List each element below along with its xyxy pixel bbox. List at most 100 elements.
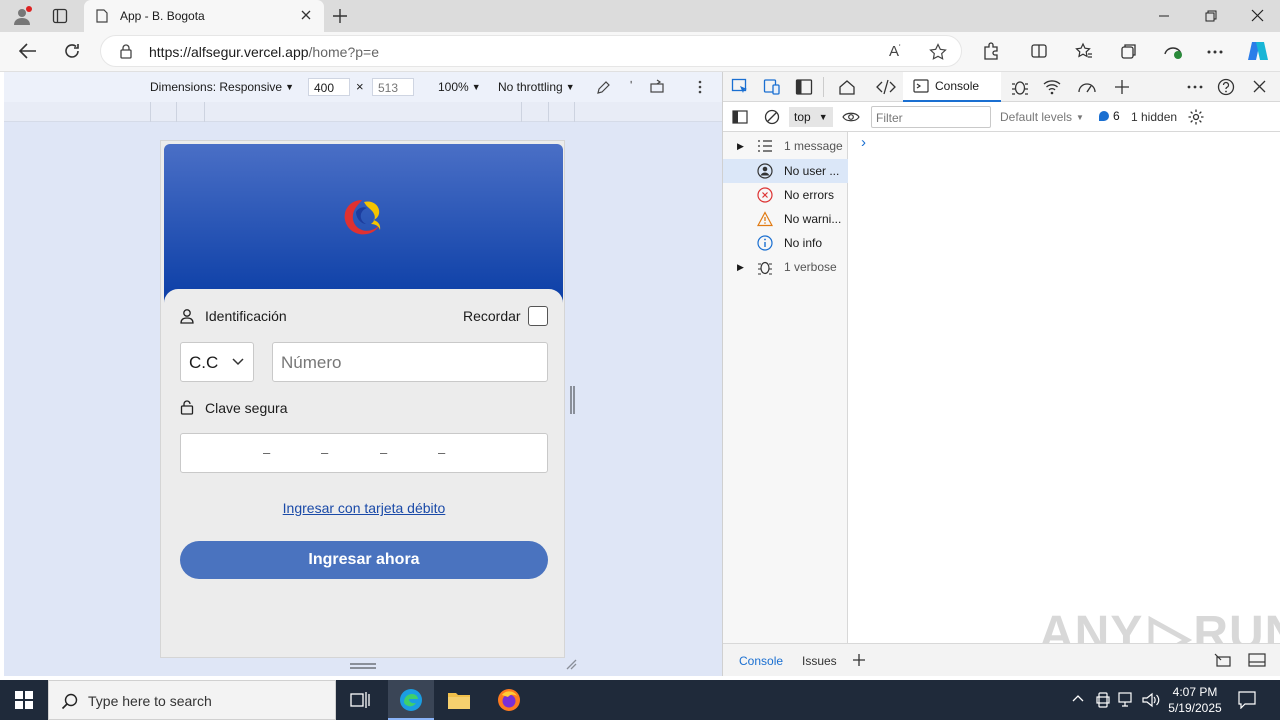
tab-console[interactable]: Console — [903, 72, 1001, 102]
eyedropper-icon[interactable] — [596, 79, 612, 95]
clear-console-icon[interactable] — [764, 109, 780, 125]
debit-card-link[interactable]: Ingresar con tarjeta débito — [180, 500, 548, 516]
lock-icon[interactable] — [119, 44, 133, 59]
resize-handle-bottom[interactable] — [350, 663, 376, 669]
issues-counter[interactable]: 6 — [1098, 109, 1120, 123]
notifications-icon[interactable] — [1238, 691, 1256, 709]
console-prompt[interactable]: › — [861, 134, 866, 151]
sidebar-item-messages[interactable]: ▶ 1 message — [723, 134, 848, 158]
close-drawer-icon[interactable] — [1248, 653, 1266, 667]
sidebar-item-verbose[interactable]: ▶ 1 verbose — [723, 255, 848, 279]
edge-taskbar-icon[interactable] — [388, 680, 434, 720]
drawer-add-tab-icon[interactable] — [852, 653, 866, 667]
throttling-dropdown[interactable]: No throttling ▼ — [498, 80, 575, 94]
help-icon[interactable] — [1217, 78, 1235, 96]
devtools-more-icon[interactable] — [1187, 85, 1203, 89]
sidebar-item-label: 1 message — [784, 139, 843, 153]
undock-drawer-icon[interactable] — [1214, 653, 1232, 667]
tab-actions-icon[interactable] — [52, 8, 68, 24]
throttling-label: No throttling — [498, 80, 563, 94]
height-input[interactable]: 513 — [372, 78, 414, 96]
sidebar-item-info[interactable]: No info — [723, 231, 848, 255]
tray-chevron-up-icon[interactable] — [1072, 694, 1084, 702]
close-window-icon[interactable] — [1251, 9, 1264, 22]
clock-date: 5/19/2025 — [1168, 701, 1222, 715]
bug-icon[interactable] — [1011, 78, 1029, 96]
address-bar[interactable]: https://alfsegur.vercel.app/home?p=e Aʹ — [100, 35, 962, 67]
submit-button[interactable]: Ingresar ahora — [180, 541, 548, 579]
user-icon — [180, 308, 194, 324]
taskbar-search[interactable]: Type here to search — [48, 680, 336, 720]
clock[interactable]: 4:07 PM 5/19/2025 — [1164, 684, 1226, 716]
width-input[interactable]: 400 — [308, 78, 350, 96]
console-settings-icon[interactable] — [1187, 108, 1205, 126]
drawer-tab-console[interactable]: Console — [739, 654, 783, 668]
sidebar-item-user-messages[interactable]: No user ... — [723, 159, 848, 183]
sidebar-toggle-icon[interactable] — [732, 110, 748, 124]
console-icon — [913, 79, 929, 93]
windows-start-icon[interactable] — [15, 691, 33, 709]
dimensions-dropdown[interactable]: Dimensions: Responsive ▼ — [150, 80, 294, 94]
add-tool-icon[interactable] — [1114, 79, 1130, 95]
back-icon[interactable] — [19, 43, 37, 59]
read-aloud-icon[interactable]: Aʹ — [889, 43, 901, 60]
app-screen: Identificación Recordar C.C Número Clave… — [160, 140, 565, 658]
lock-icon — [180, 400, 194, 415]
tray-device-icon[interactable] — [1096, 692, 1110, 708]
refresh-icon[interactable] — [63, 42, 81, 60]
volume-icon[interactable] — [1142, 692, 1160, 708]
drawer-tab-issues[interactable]: Issues — [802, 654, 837, 668]
url-text: https://alfsegur.vercel.app/home?p=e — [149, 44, 379, 60]
inspect-icon[interactable] — [731, 78, 749, 96]
file-explorer-icon[interactable] — [447, 689, 471, 711]
performance-icon[interactable] — [1163, 42, 1183, 60]
rotate-icon[interactable] — [649, 79, 667, 95]
task-view-icon[interactable] — [350, 691, 370, 709]
device-more-icon[interactable] — [698, 80, 702, 94]
filter-input[interactable]: Filter — [871, 106, 991, 128]
resize-handle-right[interactable] — [570, 386, 575, 414]
favorites-icon[interactable] — [1075, 42, 1093, 60]
copilot-icon[interactable] — [1246, 40, 1270, 62]
network-wifi-icon[interactable] — [1043, 79, 1061, 95]
devtools-toolbar: Console — [723, 72, 1280, 102]
zoom-dropdown[interactable]: 100% ▼ — [438, 80, 481, 94]
network-icon[interactable] — [1118, 692, 1136, 708]
minimize-icon[interactable] — [1158, 10, 1170, 22]
close-tab-icon[interactable] — [300, 9, 312, 21]
profile-icon[interactable] — [12, 6, 32, 26]
close-devtools-icon[interactable] — [1253, 80, 1266, 93]
url-path: /home?p=e — [308, 44, 379, 60]
remember-checkbox[interactable] — [528, 306, 548, 326]
search-placeholder: Type here to search — [88, 693, 212, 709]
levels-dropdown[interactable]: Default levels ▼ — [1000, 110, 1084, 124]
new-tab-icon[interactable] — [332, 8, 348, 24]
browser-tab[interactable]: App - B. Bogota — [84, 0, 324, 32]
context-selector[interactable]: top ▼ — [789, 107, 833, 127]
pin-input[interactable]: – – – – — [180, 433, 548, 473]
more-menu-icon[interactable] — [1207, 50, 1223, 54]
welcome-home-icon[interactable] — [838, 78, 856, 96]
sidebar-item-errors[interactable]: No errors — [723, 183, 848, 207]
firefox-icon[interactable] — [497, 688, 521, 712]
sidebar-item-warnings[interactable]: No warni... — [723, 207, 848, 231]
collections-icon[interactable] — [1120, 42, 1138, 60]
live-expression-eye-icon[interactable] — [842, 110, 860, 124]
extensions-icon[interactable] — [982, 42, 1000, 60]
verbose-bug-icon — [757, 259, 773, 275]
device-emulation-icon[interactable] — [763, 78, 781, 96]
expand-arrow-icon[interactable]: ▶ — [737, 141, 744, 152]
pin-slot: – — [438, 445, 446, 460]
expand-arrow-icon[interactable]: ▶ — [737, 262, 744, 273]
caret-down-icon: ▼ — [565, 82, 575, 92]
id-number-input[interactable]: Número — [272, 342, 548, 382]
favorite-star-icon[interactable] — [929, 43, 947, 61]
dock-side-icon[interactable] — [795, 78, 813, 96]
split-screen-icon[interactable] — [1030, 42, 1048, 60]
elements-code-icon[interactable] — [876, 78, 896, 96]
restore-icon[interactable] — [1205, 10, 1217, 22]
list-icon — [757, 139, 773, 153]
performance-gauge-icon[interactable] — [1077, 78, 1097, 96]
resize-handle-corner[interactable] — [565, 658, 577, 670]
document-type-select[interactable]: C.C — [180, 342, 254, 382]
